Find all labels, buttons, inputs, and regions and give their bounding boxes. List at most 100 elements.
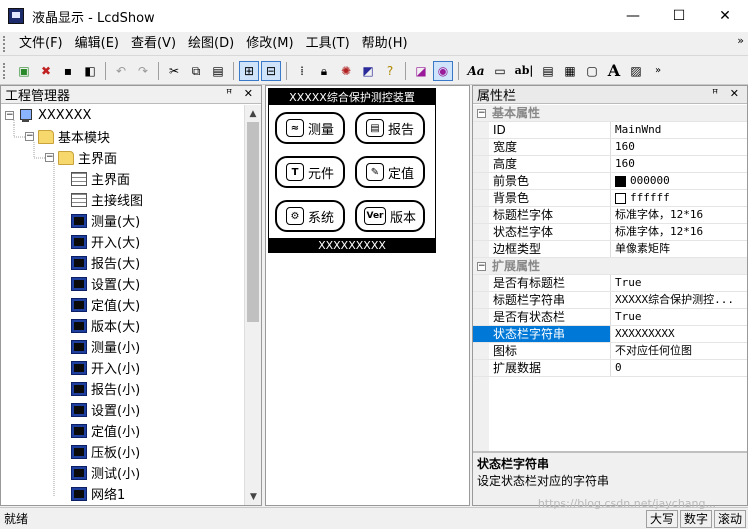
menu-view[interactable]: 查看(V) — [125, 33, 182, 55]
tree-node-screen[interactable]: 压板(小) — [71, 441, 140, 462]
tree-view-icon[interactable]: ⊞ — [239, 60, 259, 81]
menu-file[interactable]: 文件(F) — [13, 33, 69, 55]
select-tool-icon[interactable]: ◉ — [433, 60, 453, 81]
property-row[interactable]: 背景色 ffffff — [473, 190, 747, 207]
menu-tools[interactable]: 工具(T) — [300, 33, 356, 55]
copy-icon[interactable]: ⧉ — [186, 61, 206, 81]
button-tool-icon[interactable]: ▢ — [582, 61, 602, 81]
collapse-icon[interactable]: − — [45, 153, 54, 162]
property-row[interactable]: 扩展数据 0 — [473, 360, 747, 377]
font-tool-icon[interactable]: A — [604, 61, 624, 81]
grid-icon[interactable]: ⁞ — [292, 61, 312, 81]
designer-canvas[interactable]: XXXXX综合保护测控装置 ≈ 测量 ▤ 报告 T 元件 ✎ 定值 ⚙ 系统 V… — [265, 85, 470, 506]
scroll-down-icon[interactable]: ▼ — [245, 488, 262, 505]
close-project-icon[interactable]: ✖ — [36, 61, 56, 81]
tree-node-screen[interactable]: 开入(小) — [71, 357, 140, 378]
menu-draw[interactable]: 绘图(D) — [182, 33, 240, 55]
property-value[interactable]: True — [611, 309, 747, 325]
property-row[interactable]: 标题栏字体 标准字体，12*16 — [473, 207, 747, 224]
lock-icon[interactable]: 🔒︎ — [314, 61, 334, 81]
save-icon[interactable]: ▪ — [58, 61, 78, 81]
tree-node-root[interactable]: − XXXXXX — [5, 105, 91, 126]
property-value[interactable]: 160 — [611, 139, 747, 155]
lcd-button-system[interactable]: ⚙ 系统 — [275, 200, 345, 232]
property-row[interactable]: ID MainWnd — [473, 122, 747, 139]
paste-icon[interactable]: ▤ — [208, 61, 228, 81]
property-row[interactable]: 前景色 000000 — [473, 173, 747, 190]
tree-node-screen[interactable]: 设置(大) — [71, 273, 140, 294]
collapse-icon[interactable]: − — [5, 111, 14, 120]
property-row[interactable]: 状态栏字体 标准字体，12*16 — [473, 224, 747, 241]
property-value[interactable]: 单像素矩阵 — [611, 241, 747, 257]
lcd-screen-preview[interactable]: XXXXX综合保护测控装置 ≈ 测量 ▤ 报告 T 元件 ✎ 定值 ⚙ 系统 V… — [268, 88, 436, 253]
menu-modify[interactable]: 修改(M) — [240, 33, 299, 55]
maximize-button[interactable]: ☐ — [656, 0, 702, 32]
settings-icon[interactable]: ✺ — [336, 61, 356, 81]
tree-node-screen[interactable]: 报告(大) — [71, 252, 140, 273]
list-tool-icon[interactable]: ▤ — [538, 61, 558, 81]
property-value[interactable]: 000000 — [611, 173, 747, 189]
pane-pin-close-icon[interactable]: ꟸ ✕ — [226, 87, 257, 100]
lcd-button-report[interactable]: ▤ 报告 — [355, 112, 425, 144]
draw-tool-icon[interactable]: ◪ — [411, 61, 431, 81]
lcd-button-component[interactable]: T 元件 — [275, 156, 345, 188]
property-row[interactable]: 状态栏字符串 XXXXXXXXX — [473, 326, 747, 343]
tree-node-screen[interactable]: 测量(大) — [71, 210, 140, 231]
collapse-icon[interactable]: − — [477, 108, 486, 118]
tree-node-main-screen-folder[interactable]: − 主界面 — [45, 147, 117, 168]
property-row[interactable]: 高度 160 — [473, 156, 747, 173]
properties-view-icon[interactable]: ⊟ — [261, 60, 281, 81]
menu-help[interactable]: 帮助(H) — [356, 33, 414, 55]
collapse-icon[interactable]: − — [477, 261, 486, 271]
property-row[interactable]: 标题栏字符串 XXXXX综合保护测控... — [473, 292, 747, 309]
property-value[interactable]: 不对应任何位图 — [611, 343, 747, 359]
rectangle-tool-icon[interactable]: ▭ — [490, 61, 510, 81]
property-value[interactable]: 0 — [611, 360, 747, 376]
property-row[interactable]: 图标 不对应任何位图 — [473, 343, 747, 360]
property-row[interactable]: 边框类型 单像素矩阵 — [473, 241, 747, 258]
text-tool-icon[interactable]: Aa — [464, 61, 488, 81]
edit-box-tool-icon[interactable]: ab| — [512, 61, 536, 81]
tree-node-screen[interactable]: 开入(大) — [71, 231, 140, 252]
help-icon[interactable]: ? — [380, 61, 400, 81]
menu-edit[interactable]: 编辑(E) — [69, 33, 125, 55]
category-extended[interactable]: − 扩展属性 — [473, 258, 747, 275]
project-tree-scrollbar[interactable]: ▲ ▼ — [244, 105, 261, 505]
property-value[interactable]: 160 — [611, 156, 747, 172]
property-value[interactable]: 标准字体，12*16 — [611, 224, 747, 240]
property-value[interactable]: XXXXXXXXX — [611, 326, 747, 342]
tree-node-screen[interactable]: 版本(大) — [71, 315, 140, 336]
collapse-icon[interactable]: − — [25, 132, 34, 141]
image-tool-icon[interactable]: ▨ — [626, 61, 646, 81]
property-value[interactable]: MainWnd — [611, 122, 747, 138]
tree-node-screen[interactable]: 测试(小) — [71, 462, 140, 483]
compile-icon[interactable]: ◩ — [358, 61, 378, 81]
property-row[interactable]: 是否有标题栏 True — [473, 275, 747, 292]
cut-icon[interactable]: ✂ — [164, 61, 184, 81]
tree-node-screen[interactable]: 设置(小) — [71, 399, 140, 420]
tree-node-screen[interactable]: 主界面 — [71, 168, 130, 189]
property-row[interactable]: 宽度 160 — [473, 139, 747, 156]
tree-node-screen[interactable]: 测量(小) — [71, 336, 140, 357]
table-tool-icon[interactable]: ▦ — [560, 61, 580, 81]
scrollbar-thumb[interactable] — [247, 122, 259, 322]
tree-node-screen[interactable]: 网络1 — [71, 483, 125, 504]
close-button[interactable]: ✕ — [702, 0, 748, 32]
open-project-icon[interactable]: ▣ — [14, 61, 34, 81]
redo-icon[interactable]: ↷ — [133, 61, 153, 81]
tree-node-screen[interactable]: 定值(大) — [71, 294, 140, 315]
menu-overflow-icon[interactable]: » — [737, 34, 744, 47]
lcd-status-bar[interactable]: XXXXXXXXX — [269, 238, 435, 252]
property-value[interactable]: 标准字体，12*16 — [611, 207, 747, 223]
menu-grip-icon[interactable] — [3, 35, 9, 52]
property-value[interactable]: ffffff — [611, 190, 747, 206]
minimize-button[interactable]: — — [610, 0, 656, 32]
toolbar-overflow-icon[interactable]: » — [648, 61, 668, 81]
pane-pin-close-icon[interactable]: ꟸ ✕ — [712, 87, 743, 100]
property-value[interactable]: True — [611, 275, 747, 291]
property-row[interactable]: 是否有状态栏 True — [473, 309, 747, 326]
tree-node-basic-module[interactable]: − 基本模块 — [25, 126, 110, 147]
lcd-button-measure[interactable]: ≈ 测量 — [275, 112, 345, 144]
save-all-icon[interactable]: ◧ — [80, 61, 100, 81]
tree-node-screen[interactable]: 定值(小) — [71, 420, 140, 441]
